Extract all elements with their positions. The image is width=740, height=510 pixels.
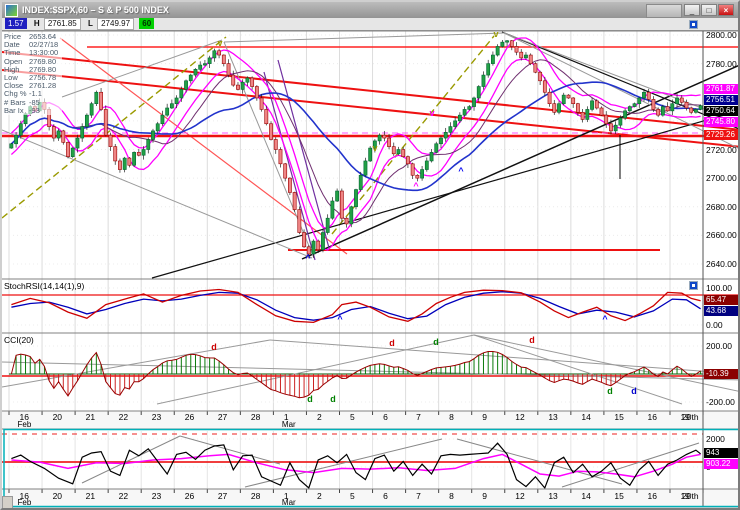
info-row-value: -93 xyxy=(29,107,40,115)
pane-button-icon[interactable] xyxy=(689,20,698,29)
data-window-panel: Price2653.64Date02/27/18Time13:30:00Open… xyxy=(4,33,62,115)
info-row-label: Bar Ix xyxy=(4,107,29,115)
info-row: Bar Ix-93 xyxy=(4,107,62,115)
chart-canvas[interactable] xyxy=(2,2,740,510)
pane-button-icon[interactable] xyxy=(689,281,698,290)
cci-pane-label: CCI(20) xyxy=(4,335,34,345)
resize-grip[interactable] xyxy=(2,496,13,510)
stoch-pane-label: StochRSI(14,14(1),9) xyxy=(4,281,84,291)
chart-window: INDEX:$SPX,60 – S & P 500 INDEX _ □ × 1.… xyxy=(0,0,740,510)
